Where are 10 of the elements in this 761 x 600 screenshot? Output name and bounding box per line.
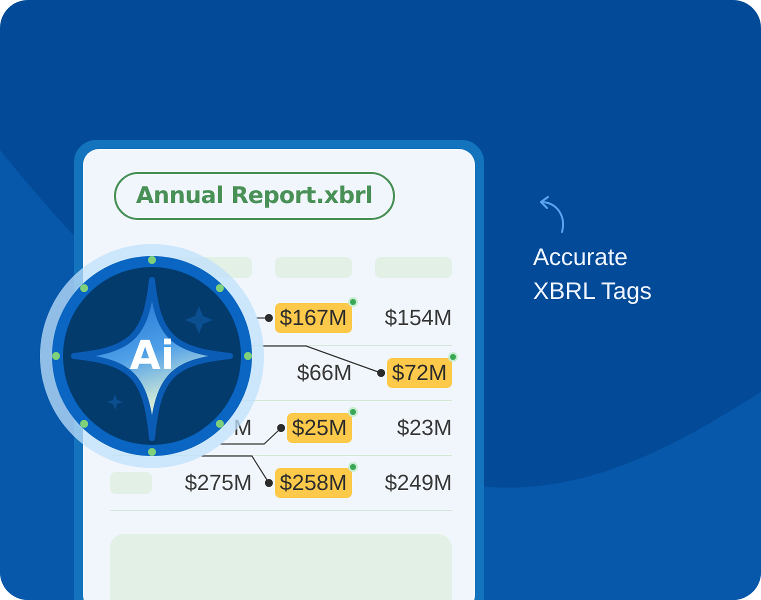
table-value: $275M: [184, 470, 252, 496]
connector-line: [256, 314, 273, 322]
table-value: $249M: [384, 470, 452, 496]
table-value: $23M: [396, 415, 452, 441]
ai-label: Ai: [130, 336, 174, 376]
table-value: $66M: [296, 360, 352, 386]
table-value: $154M: [384, 305, 452, 331]
caption: Accurate XBRL Tags: [533, 243, 653, 307]
file-name: Annual Report.xbrl: [114, 172, 395, 220]
table-value: M: [234, 415, 252, 441]
